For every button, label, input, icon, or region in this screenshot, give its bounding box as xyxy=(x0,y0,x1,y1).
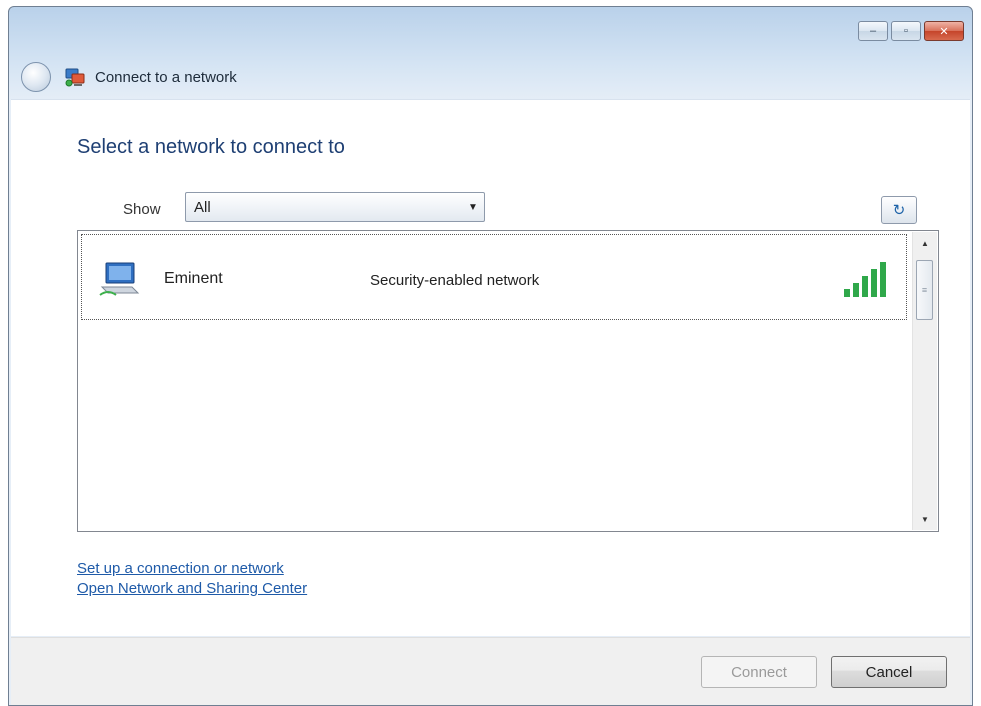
caption-buttons: – ▫ ✕ xyxy=(858,21,964,41)
wireless-computer-icon xyxy=(99,262,140,296)
network-list: Eminent Security-enabled network ▲ ≡ ▼ xyxy=(77,230,939,532)
show-label: Show xyxy=(123,201,161,218)
scroll-thumb[interactable]: ≡ xyxy=(916,260,933,320)
vertical-scrollbar[interactable]: ▲ ≡ ▼ xyxy=(912,232,937,530)
scroll-up-arrow-icon[interactable]: ▲ xyxy=(913,232,937,254)
network-list-item[interactable]: Eminent Security-enabled network xyxy=(81,234,907,320)
page-heading: Select a network to connect to xyxy=(77,136,345,158)
connect-button[interactable]: Connect xyxy=(701,656,817,688)
dialog-footer: Connect Cancel xyxy=(11,637,970,705)
network-name: Eminent xyxy=(164,270,223,287)
chevron-down-icon: ▼ xyxy=(468,201,478,213)
close-button[interactable]: ✕ xyxy=(924,21,964,41)
cancel-button[interactable]: Cancel xyxy=(831,656,947,688)
refresh-icon: ↻ xyxy=(892,202,906,219)
open-sharing-center-link[interactable]: Open Network and Sharing Center xyxy=(77,580,307,597)
content-area: Select a network to connect to Show All … xyxy=(11,99,970,636)
back-button[interactable] xyxy=(21,62,51,92)
show-filter-select[interactable]: All ▼ xyxy=(185,192,485,222)
header-row: Connect to a network xyxy=(21,59,237,95)
show-filter-value: All xyxy=(194,198,211,216)
maximize-button[interactable]: ▫ xyxy=(891,21,921,41)
window-title: Connect to a network xyxy=(95,68,237,86)
setup-connection-link[interactable]: Set up a connection or network xyxy=(77,560,284,577)
refresh-button[interactable]: ↻ xyxy=(881,196,917,224)
network-security: Security-enabled network xyxy=(370,272,540,289)
minimize-button[interactable]: – xyxy=(858,21,888,41)
connect-dialog-window: – ▫ ✕ Connect to a network Select a netw… xyxy=(8,6,973,706)
network-wizard-icon xyxy=(65,68,85,87)
signal-strength-icon xyxy=(844,262,886,297)
scroll-down-arrow-icon[interactable]: ▼ xyxy=(913,508,937,530)
